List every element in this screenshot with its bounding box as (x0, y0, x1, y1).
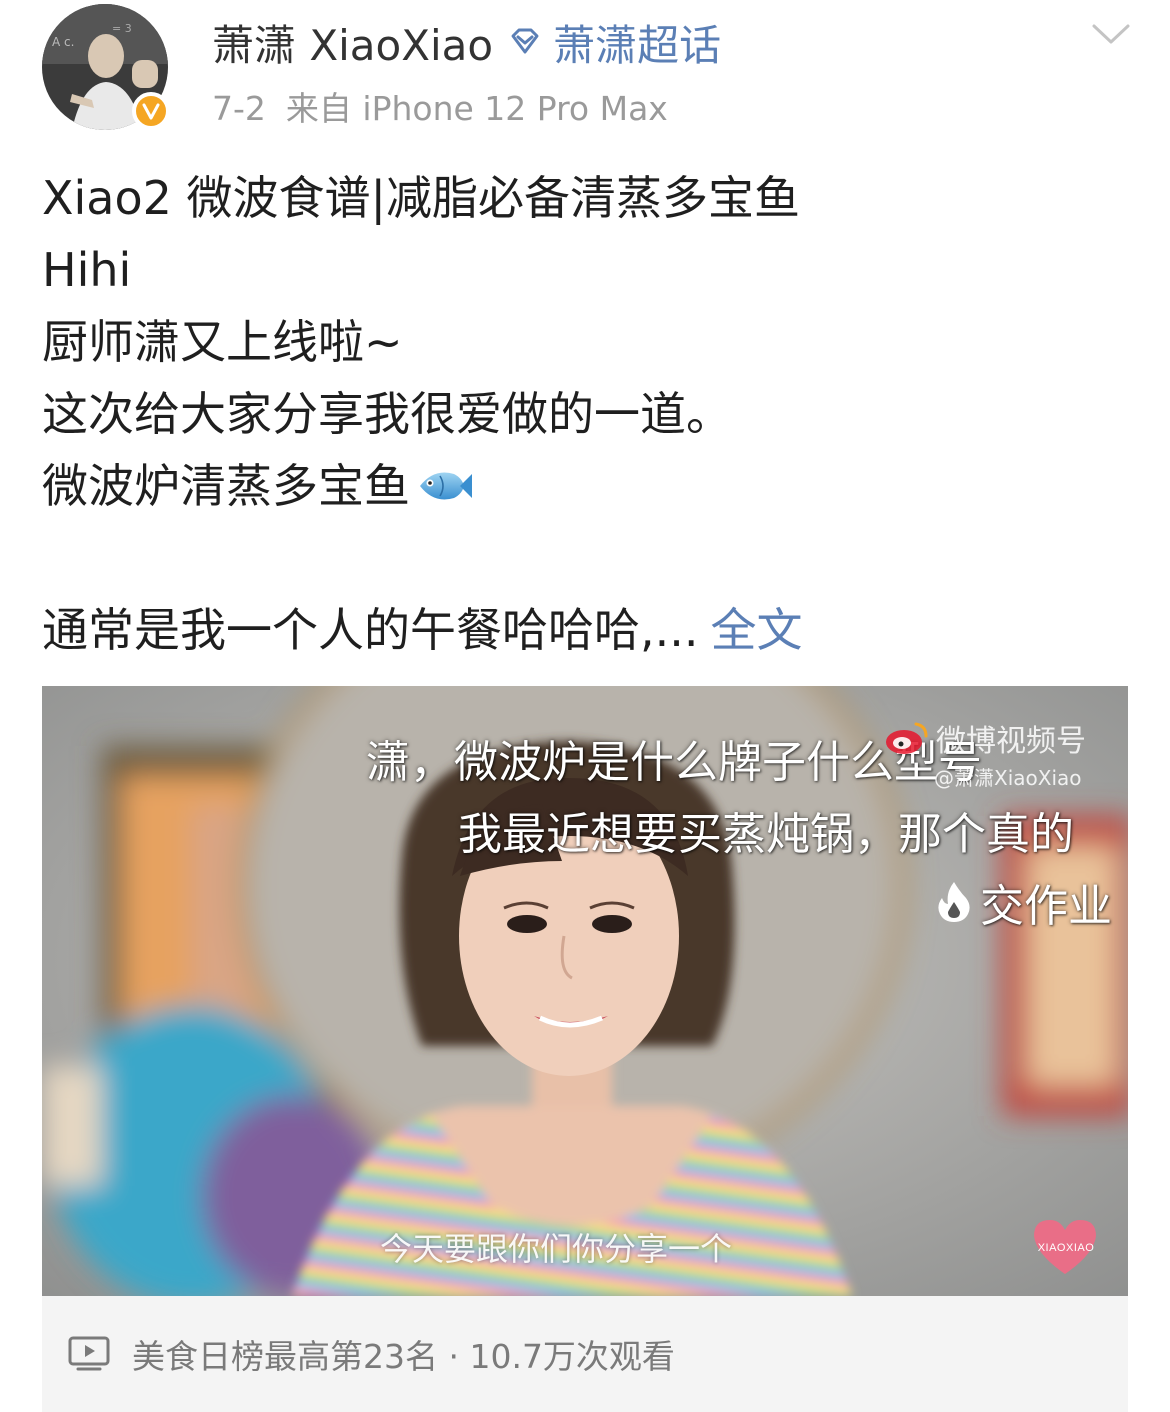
post-line: 微波炉清蒸多宝鱼 (42, 459, 410, 513)
fire-icon (934, 880, 974, 924)
post-line: Xiao2 微波食谱|减脂必备清蒸多宝鱼 (42, 171, 801, 225)
post-date: 7-2 (212, 89, 266, 128)
svg-text:A c.: A c. (52, 35, 74, 49)
svg-text:= 3: = 3 (112, 22, 132, 35)
weibo-logo-icon (884, 720, 930, 756)
verified-badge-icon (132, 92, 170, 130)
danmaku-comment-hot: 交作业 (934, 870, 1112, 934)
post-source: 来自 iPhone 12 Pro Max (285, 89, 668, 128)
diamond-icon[interactable] (505, 22, 545, 62)
danmaku-comment: 我最近想要买蒸炖锅，那个真的 (458, 809, 1074, 860)
post-line: 通常是我一个人的午餐哈哈哈,... (42, 603, 699, 657)
brand-label: XIAOXIAO (1037, 1242, 1095, 1254)
supertopic-link[interactable]: 萧潇超话 (553, 12, 721, 73)
post-line: 厨师潇又上线啦~ (42, 315, 403, 369)
post-line-with-emoji: 微波炉清蒸多宝鱼 (42, 450, 1132, 522)
post-meta: 7-2 来自 iPhone 12 Pro Max (212, 82, 668, 130)
video-player[interactable]: 潇，微波炉是什么牌子什么型号 我最近想要买蒸炖锅，那个真的 交作业 微博视频号 … (42, 686, 1128, 1296)
video-stats-bar[interactable]: 美食日榜最高第23名 · 10.7万次观看 (42, 1296, 1128, 1412)
chevron-down-icon[interactable] (1090, 18, 1132, 48)
post-line: 这次给大家分享我很爱做的一道。 (42, 387, 732, 441)
post-text[interactable]: Xiao2 微波食谱|减脂必备清蒸多宝鱼 Hihi 厨师潇又上线啦~ 这次给大家… (42, 162, 1132, 666)
post-truncated-line: 通常是我一个人的午餐哈哈哈,... 全文 (42, 594, 1132, 666)
fulltext-link[interactable]: 全文 (711, 603, 803, 657)
video-subtitle: 今天要跟你们你分享一个 (380, 1230, 733, 1268)
watermark-user: @萧潇XiaoXiao (934, 766, 1082, 790)
post-line: Hihi (42, 243, 132, 297)
watermark-title: 微博视频号 (936, 724, 1086, 759)
video-stats-text: 美食日榜最高第23名 · 10.7万次观看 (132, 1337, 675, 1376)
author-row: 萧潇 XiaoXiao 萧潇超话 (212, 12, 721, 72)
weibo-video-watermark: 微博视频号 @萧潇XiaoXiao (884, 716, 1086, 791)
username[interactable]: 萧潇 XiaoXiao (212, 12, 493, 73)
fish-emoji-icon (416, 456, 474, 500)
video-play-icon (68, 1336, 110, 1372)
danmaku-text: 交作业 (980, 881, 1112, 932)
avatar[interactable]: A c. = 3 (42, 4, 170, 130)
